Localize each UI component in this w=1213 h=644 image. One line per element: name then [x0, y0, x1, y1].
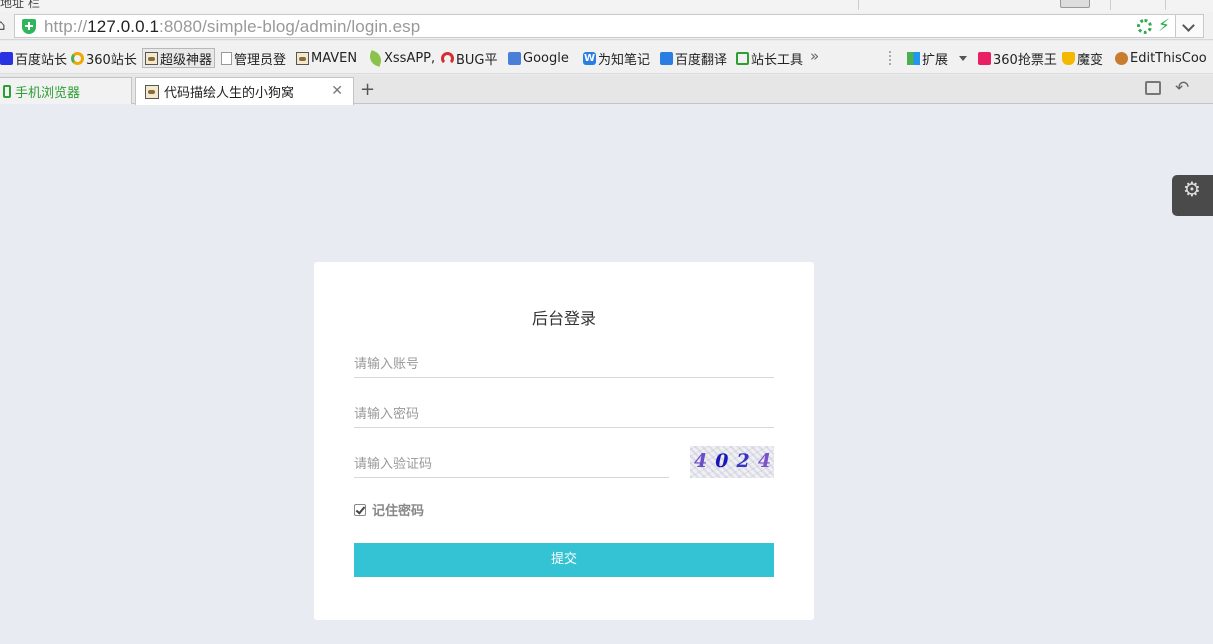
lightning-icon[interactable]: ⚡ — [1158, 16, 1170, 36]
username-input[interactable] — [354, 352, 774, 376]
login-card: 后台登录 4024 记住密码 提交 — [314, 262, 814, 620]
cookie-icon — [1115, 51, 1128, 65]
title-separator — [858, 0, 859, 10]
loading-icon[interactable] — [1137, 19, 1152, 34]
url-host: 127.0.0.1 — [87, 17, 160, 36]
bookmark-bug[interactable]: BUG平 — [441, 49, 498, 68]
url-scheme: http:// — [44, 17, 88, 36]
title-separator — [1165, 0, 1166, 10]
tab-list-icon[interactable] — [1145, 81, 1161, 95]
extension-editthiscookie[interactable]: EditThisCoo — [1115, 49, 1207, 67]
bookmark-maven[interactable]: MAVEN — [296, 49, 357, 67]
dog-icon — [296, 51, 309, 65]
bookmark-360-zhanzhang[interactable]: 360站长 — [71, 49, 137, 68]
page-title: 后台登录 — [531, 309, 596, 328]
bookmark-label: XssAPP, — [384, 50, 436, 66]
settings-widget[interactable]: ⚙ — [1172, 175, 1213, 216]
submit-button[interactable]: 提交 — [354, 543, 774, 577]
bookmark-google[interactable]: Google — [508, 49, 569, 67]
new-tab-button[interactable]: + — [360, 79, 375, 100]
shield-yellow-icon — [1062, 51, 1075, 65]
password-input[interactable] — [354, 402, 774, 426]
bookmark-label: 超级神器 — [160, 52, 213, 68]
extension-label: 360抢票王 — [993, 52, 1057, 68]
ticket-icon — [978, 51, 991, 65]
bookmark-label: 站长工具 — [751, 52, 804, 68]
captcha-digits: 4024 — [694, 450, 774, 472]
phone-icon — [3, 84, 11, 98]
bookmark-zhanzhang-tools[interactable]: 站长工具 — [736, 49, 804, 68]
extension-label: EditThisCoo — [1130, 50, 1207, 66]
extension-360-ticket[interactable]: 360抢票王 — [978, 49, 1057, 68]
bookmark-label: 百度翻译 — [675, 52, 728, 68]
gear-icon: ⚙ — [1183, 177, 1201, 201]
tab-label: 代码描绘人生的小狗窝 — [164, 86, 295, 101]
leaf-icon — [367, 49, 384, 67]
bookmark-label: 百度站长 — [15, 52, 68, 68]
tab-label: 手机浏览器 — [15, 85, 81, 101]
tab-mobile-browser[interactable]: 手机浏览器 — [0, 77, 132, 104]
bookmark-wiz-note[interactable]: W 为知笔记 — [583, 49, 651, 68]
wiz-icon: W — [583, 51, 596, 65]
bookmark-baidu-translate[interactable]: 百度翻译 — [660, 49, 728, 68]
page-icon — [221, 51, 232, 65]
bookmarks-bar: 百度站长 360站长 超级神器 管理员登 MAVEN XssAPP, BUG平 … — [0, 41, 1213, 74]
undo-close-tab-icon[interactable]: ↶ — [1175, 78, 1193, 98]
tab-blog[interactable]: 代码描绘人生的小狗窝 ✕ — [135, 77, 354, 105]
url-field[interactable]: http://127.0.0.1:8080/simple-blog/admin/… — [14, 14, 1176, 38]
bookmark-admin-login[interactable]: 管理员登 — [221, 49, 287, 68]
extension-label: 魔变 — [1077, 52, 1104, 68]
url-dropdown-button[interactable] — [1176, 14, 1204, 38]
ring-icon — [71, 51, 84, 65]
bookmark-chaoji-shenqi[interactable]: 超级神器 — [142, 48, 216, 68]
captcha-image[interactable]: 4024 — [690, 446, 774, 478]
url-text[interactable]: http://127.0.0.1:8080/simple-blog/admin/… — [44, 17, 420, 37]
translate-box-icon — [660, 51, 673, 65]
arc-icon — [441, 51, 454, 65]
bookmark-label: Google — [523, 50, 569, 66]
remember-password-option[interactable]: 记住密码 — [354, 500, 424, 519]
captcha-digit: 0 — [715, 450, 737, 472]
bookmark-label: BUG平 — [456, 52, 498, 68]
tab-strip: 手机浏览器 代码描绘人生的小狗窝 ✕ + ↶ — [0, 75, 1213, 105]
bookmark-label: 管理员登 — [234, 52, 287, 68]
captcha-field-wrapper — [354, 448, 669, 478]
baidu-paw-icon — [0, 51, 13, 65]
username-field-wrapper — [354, 348, 774, 378]
extension-mobian[interactable]: 魔变 — [1062, 49, 1104, 68]
bookmark-label: 360站长 — [86, 52, 137, 68]
bookmark-xssapp[interactable]: XssAPP, — [367, 49, 436, 67]
bookmark-baidu-zhanzhang[interactable]: 百度站长 — [0, 49, 68, 68]
remember-label: 记住密码 — [372, 504, 425, 519]
extension-menu[interactable]: 扩展 — [907, 49, 949, 68]
apps-icon — [907, 51, 920, 65]
bookmark-label: 为知笔记 — [598, 52, 651, 68]
password-field-wrapper — [354, 398, 774, 428]
window-title-fragment: 地址 栏 — [0, 0, 40, 10]
bookmark-label: MAVEN — [311, 50, 358, 66]
window-control-button[interactable] — [1060, 0, 1090, 8]
url-path: :8080/simple-blog/admin/login.esp — [159, 17, 421, 36]
translate-icon — [508, 51, 521, 65]
home-icon[interactable]: ⌂ — [0, 16, 12, 34]
chart-icon — [736, 51, 749, 65]
chevron-down-icon[interactable] — [959, 56, 967, 61]
extension-label: 扩展 — [922, 52, 949, 68]
security-shield-icon[interactable] — [22, 19, 36, 34]
captcha-digit: 4 — [694, 450, 716, 472]
captcha-input[interactable] — [354, 452, 669, 476]
address-bar-row: ⌂ http://127.0.0.1:8080/simple-blog/admi… — [0, 12, 1213, 40]
dog-icon — [145, 51, 158, 65]
close-icon[interactable]: ✕ — [331, 83, 343, 99]
title-separator — [1110, 0, 1111, 10]
captcha-digit: 2 — [736, 450, 758, 472]
dog-icon — [145, 84, 159, 99]
window-title-strip: 地址 栏 — [0, 0, 1213, 12]
drag-handle[interactable] — [889, 51, 891, 65]
remember-checkbox[interactable] — [354, 503, 366, 516]
captcha-digit: 4 — [758, 450, 774, 472]
more-bookmarks-chevron-icon[interactable]: » — [810, 47, 819, 65]
